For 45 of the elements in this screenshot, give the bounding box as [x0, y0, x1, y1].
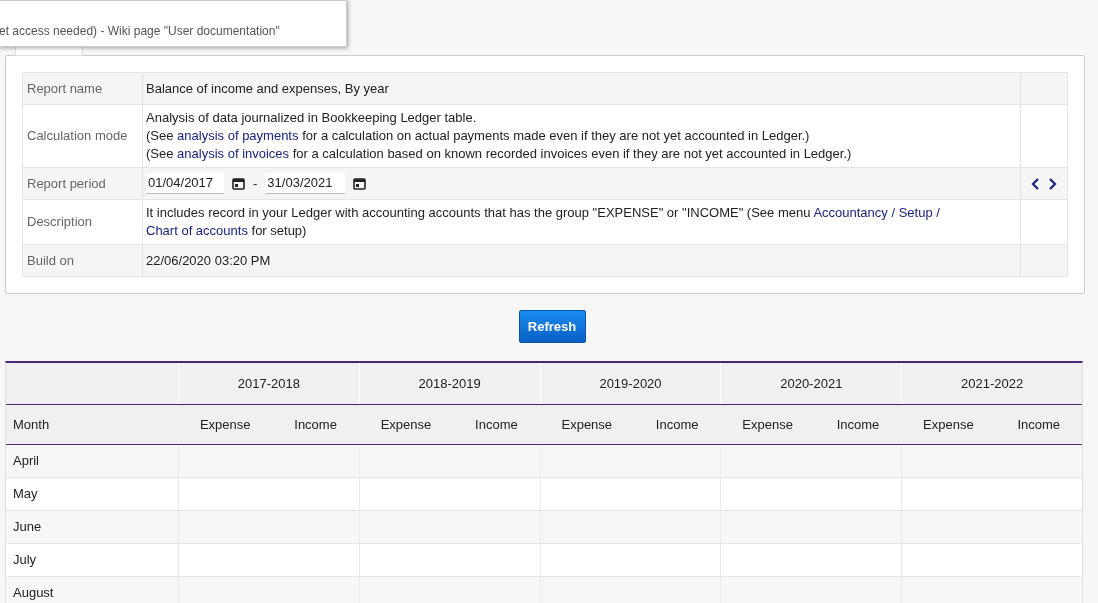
- next-icon[interactable]: [1047, 177, 1057, 190]
- info-text: (See analysis of payments for a calculation on actual payments made even if they are not yet accounted in Ledger.): [146, 127, 811, 145]
- field-label: Description: [27, 213, 93, 232]
- month-cell-text: April: [13, 452, 39, 471]
- info-text: It includes record in your Ledger with accounting accounts that has the group "EXPENSE" or "INCOME" (See menu Accountancy / Setup / Chart of accounts for setup): [146, 204, 941, 240]
- info-link[interactable]: analysis of invoices: [177, 146, 290, 161]
- calendar-icon[interactable]: [353, 177, 367, 190]
- year-header: 2019-2020: [599, 374, 662, 393]
- month-cell-text: August: [13, 584, 54, 603]
- info-link[interactable]: Accountancy / Setup /: [813, 205, 940, 220]
- year-header: 2018-2019: [418, 374, 481, 393]
- field-label: Report period: [27, 174, 106, 193]
- column-header: Month: [13, 415, 50, 434]
- info-text: (See analysis of invoices for a calculation based on known recorded invoices even if they are not yet accounted in Ledger.): [146, 145, 853, 163]
- field-label: Calculation mode: [27, 127, 128, 146]
- column-header: Expense: [923, 415, 974, 434]
- info-text: Analysis of data journalized in Bookkeeping Ledger table.: [146, 109, 478, 127]
- field-label: Build on: [27, 251, 74, 270]
- column-header: Income: [294, 415, 337, 434]
- info-link[interactable]: Chart of accounts: [146, 223, 248, 238]
- year-header: 2020-2021: [780, 374, 843, 393]
- column-header: Income: [836, 415, 880, 434]
- year-header: 2021-2022: [961, 374, 1024, 393]
- column-header: Income: [655, 415, 699, 434]
- year-header: 2017-2018: [237, 374, 300, 393]
- date-field[interactable]: 01/04/2017: [146, 173, 224, 194]
- info-text: Balance of income and expenses, By year: [146, 79, 390, 98]
- month-cell-text: July: [13, 551, 37, 570]
- column-header: Income: [1017, 415, 1061, 434]
- info-text: 22/06/2020 03:20 PM: [146, 251, 272, 270]
- tooltip-text: et access needed) - Wiki page "User documentation": [0, 23, 280, 40]
- column-header: Income: [475, 415, 518, 434]
- column-header: Expense: [742, 415, 793, 434]
- date-separator: -: [253, 174, 258, 193]
- previous-icon[interactable]: [1031, 177, 1041, 190]
- refresh-button[interactable]: Refresh: [518, 310, 586, 343]
- info-link[interactable]: analysis of payments: [177, 128, 299, 143]
- calendar-icon[interactable]: [232, 177, 245, 190]
- column-header: Expense: [380, 415, 432, 434]
- date-field[interactable]: 31/03/2021: [265, 173, 346, 194]
- month-cell-text: May: [13, 485, 38, 504]
- field-label: Report name: [27, 79, 103, 98]
- column-header: Expense: [561, 415, 613, 434]
- column-header: Expense: [199, 415, 251, 434]
- month-cell-text: June: [13, 518, 42, 537]
